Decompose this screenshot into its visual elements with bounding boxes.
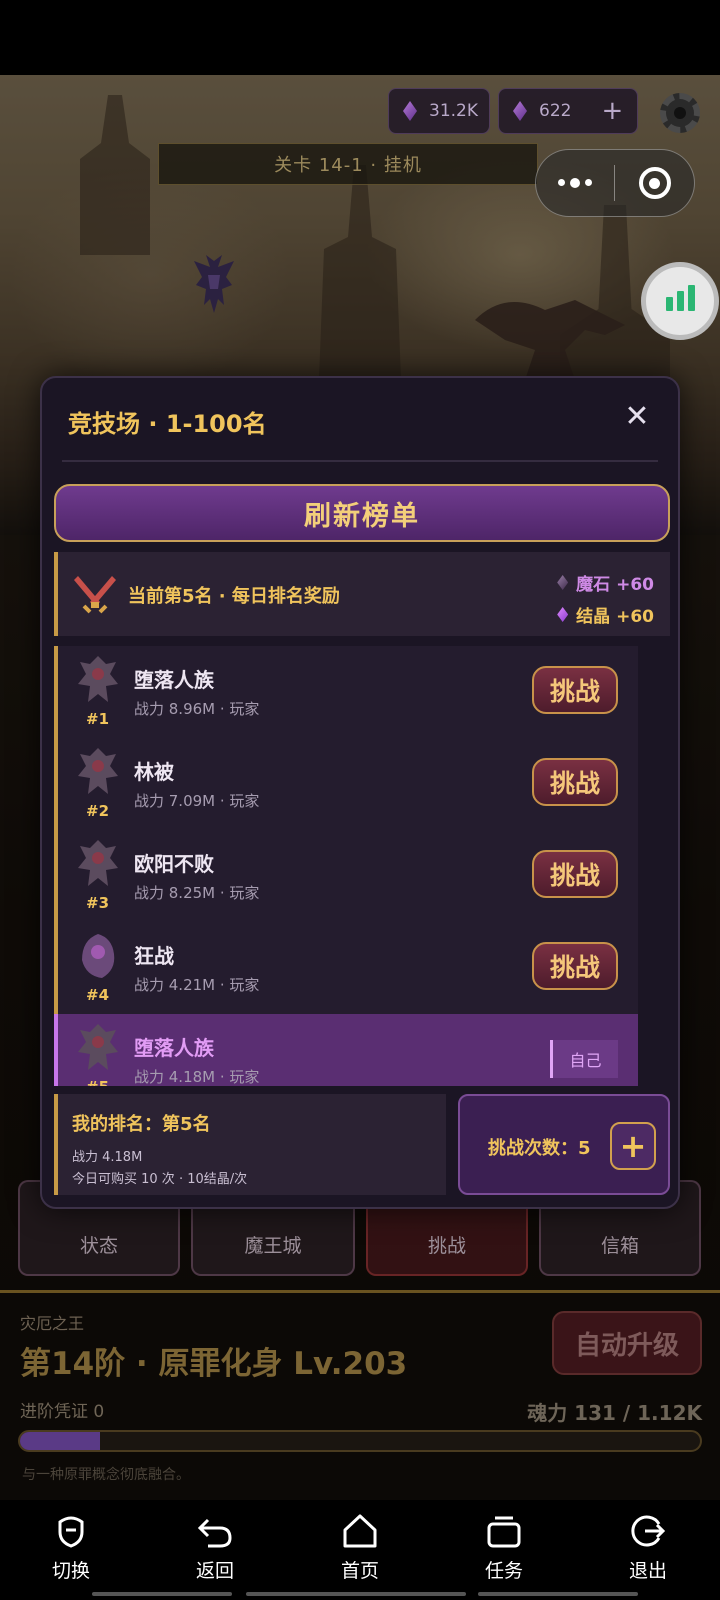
crystal-value: 622: [539, 101, 572, 121]
dark-stone-icon: [557, 575, 569, 590]
ranking-row: #3 欧阳不败 战力 8.25M · 玩家 挑战: [54, 830, 638, 922]
nav-home[interactable]: 首页: [315, 1512, 405, 1592]
player-name: 狂战: [134, 944, 174, 968]
bottom-nav: 切换 返回 首页 任务 退出: [0, 1500, 720, 1600]
challenge-count-label: 挑战次数：5: [488, 1138, 591, 1159]
dialog-title: 竞技场 · 1-100名: [68, 410, 267, 438]
gesture-bar: [92, 1592, 232, 1596]
reward-crystal: 结晶 +60: [557, 602, 654, 627]
my-rank-title: 我的排名：第5名: [72, 1114, 211, 1135]
challenge-count-panel: 挑战次数：5 +: [458, 1094, 670, 1195]
close-icon[interactable]: ✕: [622, 402, 652, 432]
player-avatar: [78, 840, 118, 886]
nav-tasks-label: 任务: [484, 1560, 523, 1582]
challenge-button[interactable]: 挑战: [532, 850, 618, 898]
settings-gear-icon[interactable]: [660, 93, 700, 133]
nav-switch[interactable]: 切换: [26, 1512, 116, 1592]
player-name: 堕落人族: [134, 668, 214, 692]
soul-progress-bar: [18, 1430, 702, 1452]
crossed-swords-icon: [74, 576, 116, 614]
ranking-row-self: #5 堕落人族 战力 4.18M · 玩家 自己: [54, 1014, 638, 1086]
player-info: 战力 7.09M · 玩家: [134, 792, 260, 810]
reward-dark-stone: 魔石 +60: [557, 570, 654, 595]
player-avatar: [82, 934, 115, 978]
stats-chart-icon[interactable]: [641, 262, 719, 340]
nav-back-label: 返回: [195, 1560, 234, 1582]
crystal-counter: 622 +: [498, 88, 638, 134]
nav-back[interactable]: 返回: [170, 1512, 260, 1592]
nav-tasks[interactable]: 任务: [459, 1512, 549, 1592]
app-root: 31.2K 622 + 关卡 14-1 · 挂机 状态 魔王城 挑战 信箱 灾厄…: [0, 0, 720, 1600]
purchase-info: 今日可购买 10 次 · 10结晶/次: [72, 1172, 248, 1187]
back-arrow-icon: [197, 1518, 232, 1548]
player-name: 欧阳不败: [134, 852, 214, 876]
soul-progress-fill: [20, 1432, 100, 1450]
more-menu-button[interactable]: [536, 177, 614, 188]
switch-icon: [58, 1516, 84, 1548]
advance-proof: 进阶凭证 0: [20, 1402, 105, 1422]
player-rank: #4: [86, 986, 110, 1004]
dragon-sprite: [194, 255, 234, 313]
ranking-list[interactable]: #1 堕落人族 战力 8.96M · 玩家 挑战 #2 林被 战力 7.09M …: [54, 646, 638, 1086]
player-avatar: [78, 656, 118, 702]
auto-upgrade-button[interactable]: 自动升级: [552, 1311, 702, 1375]
hero-description: 与一种原罪概念彻底融合。: [22, 1467, 190, 1483]
dark-stone-counter: 31.2K: [388, 88, 490, 134]
nav-exit[interactable]: 退出: [603, 1512, 693, 1592]
nav-exit-label: 退出: [628, 1560, 667, 1582]
buy-challenge-button[interactable]: +: [610, 1122, 656, 1170]
player-info: 战力 8.25M · 玩家: [134, 884, 260, 902]
player-rank: #5: [86, 1078, 109, 1086]
dialog-divider: [62, 460, 658, 462]
my-power: 战力 4.18M: [72, 1150, 143, 1165]
soul-power: 魂力 131 / 1.12K: [527, 1401, 702, 1425]
refresh-ranking-button[interactable]: 刷新榜单: [54, 484, 670, 542]
crystal-icon: [513, 101, 527, 121]
arena-dialog: 竞技场 · 1-100名 ✕ 刷新榜单 当前第5名 · 每日排名奖励 魔石 +6…: [40, 376, 680, 1209]
stage-label: 关卡 14-1 · 挂机: [158, 143, 538, 185]
nav-home-label: 首页: [340, 1560, 379, 1582]
miniprogram-capsule: [535, 149, 695, 217]
player-info: 战力 4.21M · 玩家: [134, 976, 260, 994]
player-rank: #3: [86, 894, 110, 912]
reward-dark-stone-label: 魔石 +60: [576, 575, 654, 595]
my-rank-panel: 我的排名：第5名 战力 4.18M 今日可购买 10 次 · 10结晶/次: [54, 1094, 446, 1195]
player-rank: #2: [86, 802, 110, 820]
ranking-row: #2 林被 战力 7.09M · 玩家 挑战: [54, 738, 638, 830]
player-info: 战力 8.96M · 玩家: [134, 700, 260, 718]
reward-text: 当前第5名 · 每日排名奖励: [128, 586, 340, 607]
ranking-row: #1 堕落人族 战力 8.96M · 玩家 挑战: [54, 646, 638, 738]
self-badge: 自己: [550, 1040, 618, 1078]
gesture-bar: [246, 1592, 466, 1596]
challenge-button[interactable]: 挑战: [532, 942, 618, 990]
player-name: 堕落人族: [134, 1036, 214, 1060]
exit-icon: [631, 1515, 666, 1547]
player-rank: #1: [86, 710, 110, 728]
hero-subtitle: 灾厄之王: [20, 1314, 85, 1333]
tasks-icon: [487, 1516, 521, 1548]
player-name: 林被: [134, 760, 174, 784]
dark-knight-sprite: [475, 300, 625, 380]
divider: [0, 1290, 720, 1293]
home-icon: [343, 1514, 377, 1548]
challenge-button[interactable]: 挑战: [532, 758, 618, 806]
hero-title: 第14阶 · 原罪化身 Lv.203: [20, 1346, 408, 1382]
dark-stone-icon: [403, 101, 417, 121]
nav-switch-label: 切换: [51, 1560, 90, 1582]
player-avatar: [78, 1024, 118, 1070]
dark-stone-value: 31.2K: [429, 101, 478, 121]
ranking-row: #4 狂战 战力 4.21M · 玩家 挑战: [54, 922, 638, 1014]
challenge-button[interactable]: 挑战: [532, 666, 618, 714]
add-crystal-button[interactable]: +: [601, 96, 623, 126]
reward-crystal-label: 结晶 +60: [576, 607, 654, 627]
player-avatar: [78, 748, 118, 794]
close-miniprogram-button[interactable]: [615, 167, 694, 199]
daily-reward-banner: 当前第5名 · 每日排名奖励 魔石 +60 结晶 +60: [54, 552, 670, 636]
player-info: 战力 4.18M · 玩家: [134, 1068, 260, 1086]
gesture-bar: [478, 1592, 638, 1596]
crystal-icon: [557, 607, 569, 622]
